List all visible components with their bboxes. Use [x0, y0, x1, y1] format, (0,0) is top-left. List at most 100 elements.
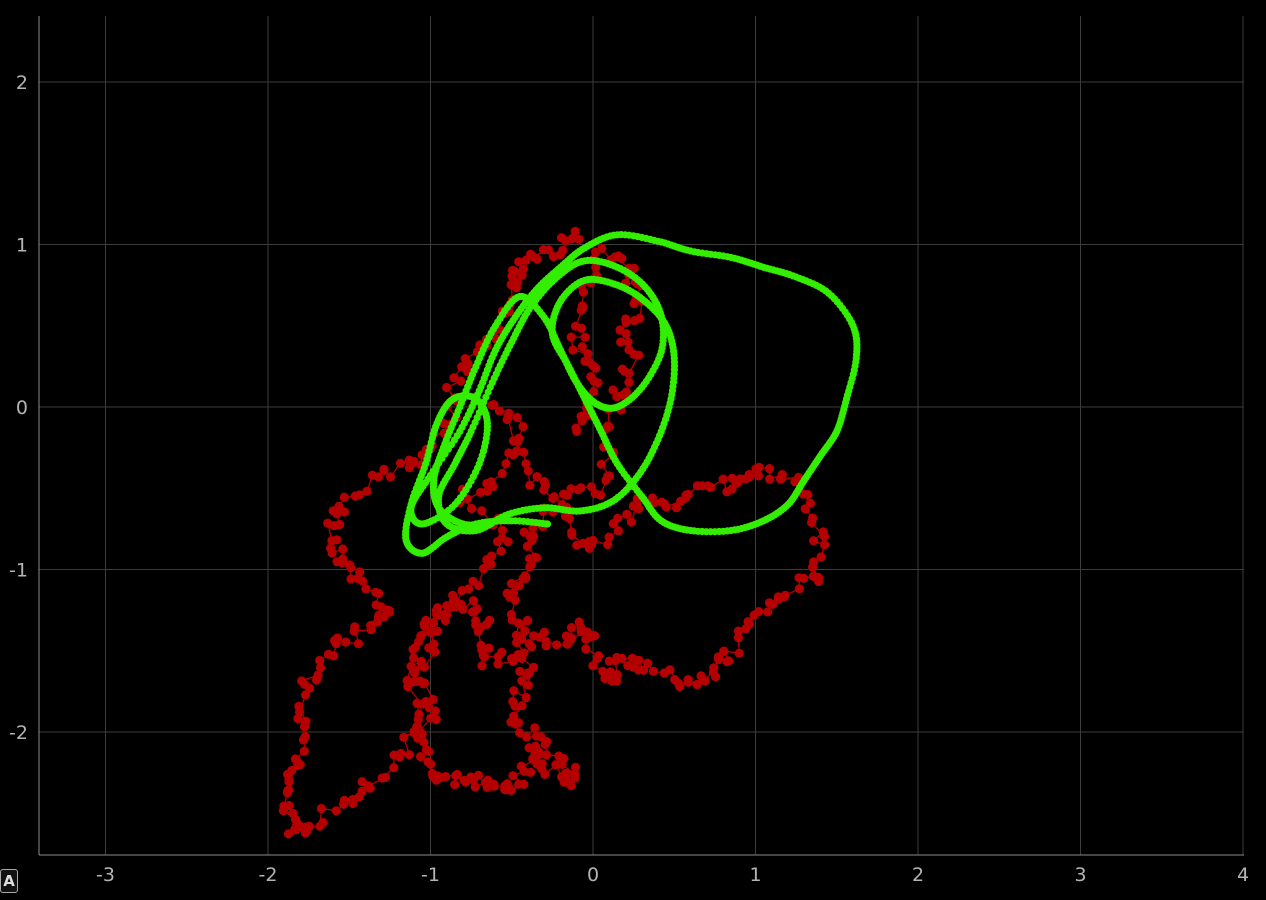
series-red-point	[374, 588, 384, 599]
series-red-point	[749, 610, 759, 620]
series-red-point	[530, 749, 540, 759]
series-red-point	[350, 491, 360, 501]
series-green-point	[486, 520, 495, 528]
series-red-point	[518, 422, 528, 432]
series-red-point	[313, 670, 323, 680]
series-red-point	[671, 503, 682, 513]
series-red-point	[776, 474, 787, 484]
series-red-point	[509, 711, 519, 721]
series-red-point	[332, 535, 342, 545]
series-red-point	[696, 671, 706, 681]
series-red-point	[610, 656, 620, 666]
series-red-point	[552, 640, 562, 650]
series-red-point	[293, 760, 303, 771]
series-red-point	[794, 584, 805, 594]
series-red-point	[562, 769, 572, 780]
series-red-point	[327, 548, 337, 558]
series-red-point	[568, 345, 578, 355]
x-tick-label: 4	[1237, 864, 1249, 886]
series-red-point	[477, 506, 487, 516]
series-red-point	[808, 571, 819, 582]
series-red-point	[562, 490, 573, 500]
series-red-point	[472, 604, 482, 614]
grid	[39, 16, 1244, 855]
series-red-point	[482, 619, 492, 630]
series-red-point	[567, 530, 577, 540]
y-tick-label: -1	[9, 560, 28, 582]
autoscale-button[interactable]: A	[0, 869, 18, 893]
series-red-point	[515, 619, 526, 629]
series-red-point	[412, 721, 422, 731]
series-red-point	[374, 610, 384, 621]
series-red-point	[580, 356, 590, 366]
series-red-point	[450, 780, 460, 790]
series-red-point	[800, 504, 810, 514]
series-red-point	[733, 633, 744, 643]
series-red-point	[299, 746, 309, 756]
series-red-point	[341, 637, 351, 647]
series-red-point	[361, 584, 371, 594]
series-red-point	[820, 540, 830, 550]
series-red-point	[613, 513, 623, 523]
series-red-point	[299, 722, 310, 732]
series-red-point	[348, 798, 358, 809]
series-red-point	[331, 639, 341, 649]
series-red-point	[508, 588, 519, 598]
series-red-point	[539, 485, 549, 495]
series-red-point	[508, 696, 518, 707]
series-red-point	[418, 679, 428, 689]
series-red-point	[526, 249, 536, 259]
series-red-point	[408, 644, 418, 655]
series-red-point	[818, 527, 828, 537]
series-red-point	[477, 661, 487, 671]
series-red-point	[718, 474, 728, 484]
series-red-point	[431, 715, 441, 725]
series-red-point	[578, 287, 589, 297]
series-red-point	[541, 750, 552, 760]
series-red-point	[681, 493, 691, 503]
series-red-point	[753, 471, 764, 481]
series-red-point	[562, 639, 572, 649]
series-red-point	[508, 656, 518, 667]
series-red-point	[451, 771, 461, 781]
series-red-point	[604, 532, 614, 542]
series-red-point	[635, 313, 645, 323]
series-red-point	[540, 769, 550, 780]
series-red-point	[604, 471, 615, 481]
series-red-point	[659, 668, 669, 678]
series-red-point	[409, 653, 419, 663]
series-red-point	[524, 639, 534, 649]
series-red-point	[765, 474, 775, 484]
series-red-point	[508, 771, 518, 781]
y-tick-label: 2	[16, 72, 28, 94]
series-red-point	[581, 644, 591, 654]
series-red-point	[412, 698, 422, 708]
series-red-point	[489, 781, 499, 791]
series-red-point	[315, 821, 325, 831]
x-tick-label: -2	[259, 864, 278, 886]
series-red-point	[506, 578, 517, 589]
series-red-point	[526, 767, 536, 778]
series-red-point	[732, 478, 742, 488]
scatter-plot[interactable]: -3 -2 -1 0 1 2 3 4 2 1 0 -1 -2	[0, 0, 1266, 900]
series-red-point	[588, 535, 598, 546]
series-red-point	[612, 392, 622, 402]
series-red-point	[487, 551, 497, 561]
series-red-point	[395, 752, 405, 762]
series-red-point	[431, 606, 441, 616]
series-red-point	[523, 680, 533, 690]
series-red-point	[399, 732, 409, 743]
series-red-point	[697, 481, 707, 491]
series-red-point	[661, 502, 671, 512]
series-red-point	[572, 540, 582, 550]
y-tick-label: 1	[16, 235, 28, 257]
series-red-point	[442, 382, 452, 393]
series-red-point	[366, 625, 376, 635]
series-red-point	[683, 677, 694, 687]
x-tick-label: -3	[96, 864, 115, 886]
x-tick-label: 1	[749, 864, 761, 886]
series-red-point	[549, 492, 559, 502]
series-red-point	[708, 667, 719, 677]
series-red-point	[525, 531, 535, 541]
series-red-point	[629, 299, 639, 309]
